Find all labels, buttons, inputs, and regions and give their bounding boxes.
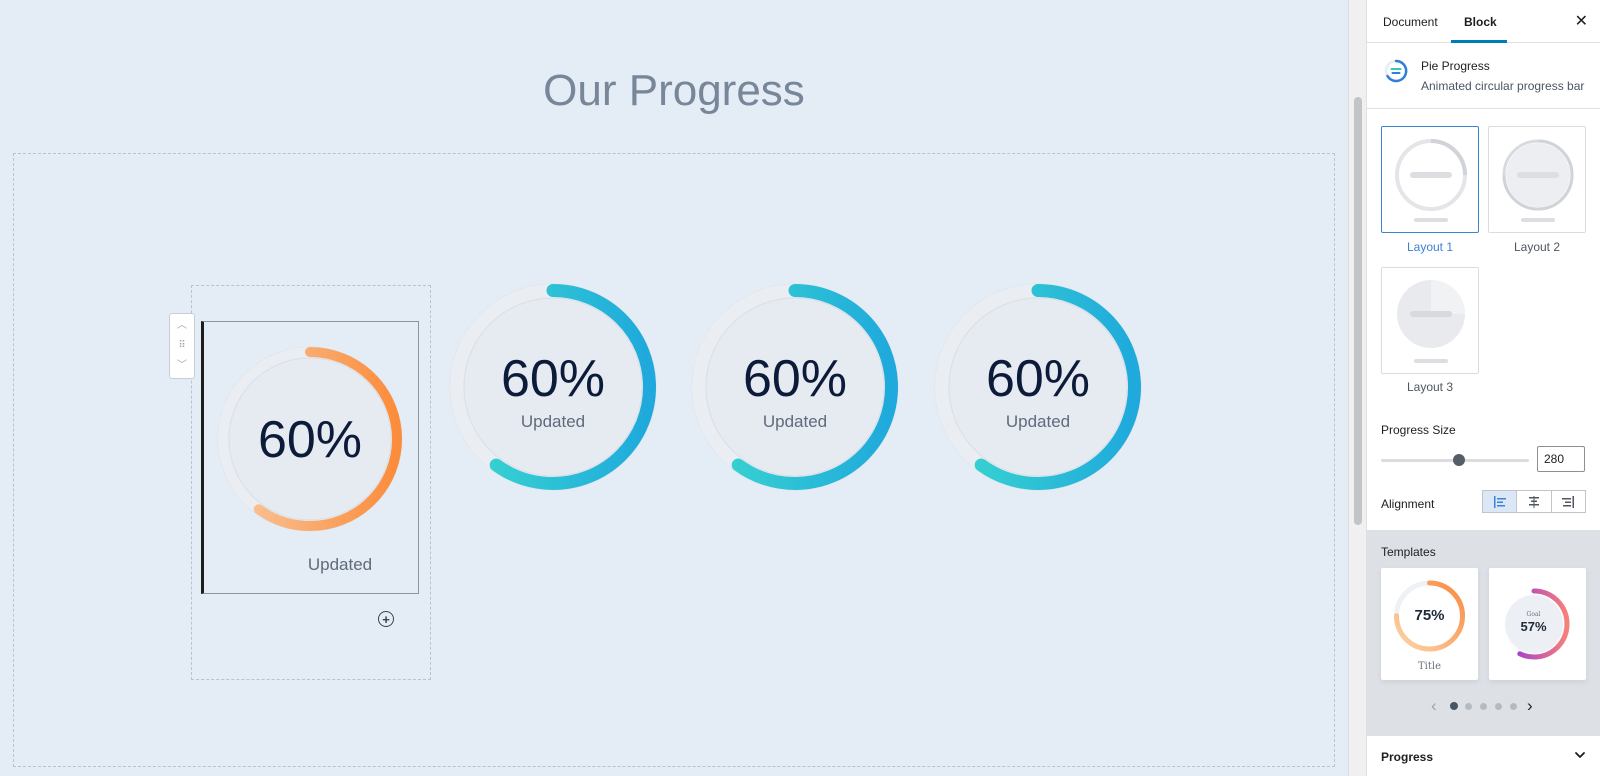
template-card-1[interactable]: 75% Title [1381, 568, 1478, 680]
progress-size-slider[interactable] [1381, 454, 1529, 466]
layout-2-option[interactable] [1488, 126, 1586, 233]
template-1-percent: 75% [1414, 607, 1445, 624]
sidebar-tabs: Document Block ✕ [1367, 0, 1600, 43]
pie-percent: 60% [500, 350, 606, 408]
chevron-down-icon [1575, 752, 1585, 758]
close-icon[interactable]: ✕ [1575, 11, 1588, 31]
layout-3-label[interactable]: Layout 3 [1381, 380, 1479, 394]
pie-progress-3[interactable]: 60% Updated [689, 281, 901, 493]
move-down-icon[interactable]: ﹀ [170, 357, 194, 375]
slider-fill [1381, 459, 1460, 462]
pie-progress-block-icon [1384, 59, 1408, 83]
progress-panel-toggle[interactable]: Progress [1367, 735, 1600, 776]
templates-panel: Templates 75% Title Goal 57% ‹ › [1367, 530, 1600, 735]
carousel-dot-1[interactable] [1450, 702, 1458, 710]
chevron-right-icon[interactable]: › [1527, 696, 1533, 716]
template-2-percent: 57% [1520, 619, 1547, 634]
block-description: Animated circular progress bar [1421, 79, 1585, 93]
align-right-button[interactable] [1551, 491, 1585, 512]
progress-panel-title: Progress [1381, 750, 1434, 764]
layout-2-preview-icon [1502, 139, 1574, 222]
layout-3-option[interactable] [1381, 267, 1479, 374]
progress-size-input[interactable] [1537, 446, 1585, 472]
layout-1-label[interactable]: Layout 1 [1381, 240, 1479, 254]
carousel-dot-2[interactable] [1465, 703, 1472, 710]
carousel-dot-4[interactable] [1495, 703, 1502, 710]
tab-block[interactable]: Block [1464, 15, 1497, 29]
layout-3-preview-icon [1397, 280, 1465, 363]
carousel-dot-5[interactable] [1510, 703, 1517, 710]
canvas-scrollbar[interactable] [1348, 0, 1366, 776]
pie-label: Updated [520, 412, 586, 431]
align-left-icon [1493, 495, 1506, 508]
pie-progress-2[interactable]: 60% Updated [447, 281, 659, 493]
pie-progress-4[interactable]: 60% Updated [932, 281, 1144, 493]
alignment-label: Alignment [1381, 497, 1435, 511]
template-1-caption: Title [1417, 661, 1441, 672]
pie-percent: 60% [257, 411, 363, 469]
pie-label: Updated [762, 412, 828, 431]
block-card: Pie Progress Animated circular progress … [1367, 43, 1600, 109]
page-heading[interactable]: Our Progress [0, 66, 1348, 116]
chevron-left-icon[interactable]: ‹ [1431, 696, 1437, 716]
drag-handle-icon[interactable]: ⠿ [170, 337, 194, 355]
pie-label: Updated [1005, 412, 1071, 431]
block-name: Pie Progress [1421, 59, 1490, 73]
pie-percent: 60% [742, 350, 848, 408]
add-block-icon[interactable]: + [378, 611, 394, 627]
layout-2-label[interactable]: Layout 2 [1488, 240, 1586, 254]
layout-1-preview-icon [1395, 139, 1467, 222]
template-2-caption: Goal [1526, 611, 1541, 618]
templates-title: Templates [1381, 545, 1436, 559]
slider-thumb[interactable] [1453, 454, 1466, 466]
editor-canvas: Our Progress ︿ ⠿ ﹀ + 60% Updated 60% Upd… [0, 0, 1335, 776]
align-right-icon [1562, 495, 1575, 508]
block-mover[interactable]: ︿ ⠿ ﹀ [169, 313, 195, 379]
align-center-button[interactable] [1517, 491, 1552, 512]
tab-document[interactable]: Document [1383, 15, 1438, 29]
pie-progress-1[interactable]: 60% [215, 344, 405, 534]
carousel-dot-3[interactable] [1480, 703, 1487, 710]
scrollbar-thumb[interactable] [1354, 97, 1362, 525]
align-left-button[interactable] [1483, 491, 1518, 512]
alignment-toggle-group [1482, 490, 1586, 513]
settings-sidebar: Document Block ✕ Pie Progress Animated c… [1366, 0, 1600, 776]
progress-size-label: Progress Size [1381, 423, 1456, 437]
pie-label: Updated [307, 555, 373, 574]
template-card-2[interactable]: Goal 57% [1489, 568, 1586, 680]
templates-carousel: ‹ › [1367, 696, 1600, 716]
align-center-icon [1528, 495, 1539, 508]
move-up-icon[interactable]: ︿ [170, 317, 194, 335]
pie-percent: 60% [985, 350, 1091, 408]
layout-1-option[interactable] [1381, 126, 1479, 233]
